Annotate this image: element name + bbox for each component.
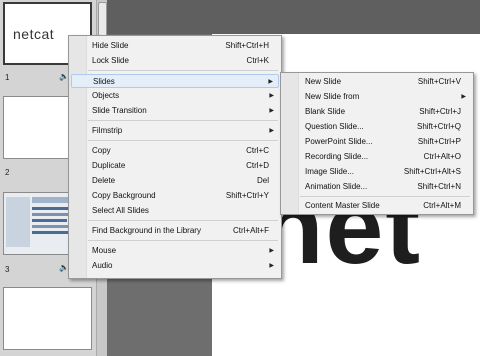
submenu-item-animation-slide[interactable]: Animation Slide... Shift+Ctrl+N bbox=[283, 180, 471, 194]
menu-item-label: Animation Slide... bbox=[305, 182, 368, 191]
submenu-arrow-icon: ▶ bbox=[269, 263, 274, 269]
menu-item-audio[interactable]: Audio ▶ bbox=[71, 259, 279, 273]
submenu-item-content-master-slide[interactable]: Content Master Slide Ctrl+Alt+M bbox=[283, 199, 471, 213]
menu-item-shortcut: Shift+Ctrl+J bbox=[419, 107, 461, 116]
submenu-arrow-icon: ▶ bbox=[461, 94, 466, 100]
menu-separator bbox=[88, 220, 278, 221]
submenu-item-question-slide[interactable]: Question Slide... Shift+Ctrl+Q bbox=[283, 120, 471, 134]
menu-item-shortcut: Ctrl+C bbox=[246, 146, 269, 155]
menu-item-slides[interactable]: Slides ▶ bbox=[71, 74, 279, 88]
menu-item-label: PowerPoint Slide... bbox=[305, 137, 373, 146]
menu-item-copy[interactable]: Copy Ctrl+C bbox=[71, 144, 279, 158]
menu-item-label: Filmstrip bbox=[92, 126, 123, 135]
menu-item-label: Hide Slide bbox=[92, 41, 129, 50]
menu-item-shortcut: Shift+Ctrl+P bbox=[417, 137, 461, 146]
menu-item-label: Duplicate bbox=[92, 161, 126, 170]
menu-item-label: Select All Slides bbox=[92, 206, 149, 215]
slide-thumbnail-4[interactable] bbox=[3, 287, 92, 350]
menu-item-filmstrip[interactable]: Filmstrip ▶ bbox=[71, 124, 279, 138]
submenu-arrow-icon: ▶ bbox=[269, 108, 274, 114]
submenu-arrow-icon: ▶ bbox=[269, 248, 274, 254]
slide-number-1: 1 bbox=[5, 73, 10, 82]
menu-item-shortcut: Ctrl+K bbox=[246, 56, 269, 65]
menu-item-shortcut: Shift+Ctrl+N bbox=[417, 182, 461, 191]
context-menu: Hide Slide Shift+Ctrl+H Lock Slide Ctrl+… bbox=[68, 35, 282, 279]
thumbnail-logo: netcat bbox=[13, 26, 55, 42]
submenu-item-blank-slide[interactable]: Blank Slide Shift+Ctrl+J bbox=[283, 105, 471, 119]
menu-item-label: Copy bbox=[92, 146, 111, 155]
menu-separator bbox=[88, 120, 278, 121]
menu-item-label: Recording Slide... bbox=[305, 152, 369, 161]
menu-item-label: Delete bbox=[92, 176, 116, 185]
menu-item-shortcut: Ctrl+Alt+F bbox=[232, 226, 269, 235]
menu-item-label: Lock Slide bbox=[92, 56, 129, 65]
menu-item-lock-slide[interactable]: Lock Slide Ctrl+K bbox=[71, 54, 279, 68]
menu-separator bbox=[88, 240, 278, 241]
menu-item-select-all-slides[interactable]: Select All Slides bbox=[71, 204, 279, 218]
menu-item-find-background[interactable]: Find Background in the Library Ctrl+Alt+… bbox=[71, 224, 279, 238]
menu-item-label: Image Slide... bbox=[305, 167, 354, 176]
menu-item-shortcut: Ctrl+D bbox=[246, 161, 269, 170]
menu-item-slide-transition[interactable]: Slide Transition ▶ bbox=[71, 104, 279, 118]
menu-separator bbox=[88, 70, 278, 71]
menu-item-shortcut: Ctrl+Alt+M bbox=[423, 201, 461, 210]
submenu-arrow-icon: ▶ bbox=[268, 79, 273, 85]
menu-item-hide-slide[interactable]: Hide Slide Shift+Ctrl+H bbox=[71, 39, 279, 53]
menu-item-duplicate[interactable]: Duplicate Ctrl+D bbox=[71, 159, 279, 173]
menu-item-label: Content Master Slide bbox=[305, 201, 380, 210]
submenu-item-new-slide-from[interactable]: New Slide from ▶ bbox=[283, 90, 471, 104]
submenu-item-new-slide[interactable]: New Slide Shift+Ctrl+V bbox=[283, 75, 471, 89]
submenu-item-recording-slide[interactable]: Recording Slide... Ctrl+Alt+O bbox=[283, 150, 471, 164]
submenu-arrow-icon: ▶ bbox=[269, 93, 274, 99]
menu-item-label: New Slide bbox=[305, 77, 342, 86]
menu-item-label: Mouse bbox=[92, 246, 117, 255]
menu-item-copy-background[interactable]: Copy Background Shift+Ctrl+Y bbox=[71, 189, 279, 203]
menu-item-shortcut: Shift+Ctrl+H bbox=[225, 41, 269, 50]
slide-number-2: 2 bbox=[5, 168, 10, 177]
menu-item-label: Blank Slide bbox=[305, 107, 346, 116]
submenu-item-image-slide[interactable]: Image Slide... Shift+Ctrl+Alt+S bbox=[283, 165, 471, 179]
slides-submenu: New Slide Shift+Ctrl+V New Slide from ▶ … bbox=[280, 72, 474, 215]
slide-number-3: 3 bbox=[5, 265, 10, 274]
menu-item-shortcut: Shift+Ctrl+V bbox=[417, 77, 461, 86]
menu-item-shortcut: Shift+Ctrl+Y bbox=[225, 191, 269, 200]
submenu-arrow-icon: ▶ bbox=[269, 128, 274, 134]
menu-item-objects[interactable]: Objects ▶ bbox=[71, 89, 279, 103]
menu-item-mouse[interactable]: Mouse ▶ bbox=[71, 244, 279, 258]
menu-item-shortcut: Shift+Ctrl+Q bbox=[416, 122, 461, 131]
menu-item-label: Copy Background bbox=[92, 191, 156, 200]
menu-item-shortcut: Del bbox=[256, 176, 269, 185]
submenu-item-powerpoint-slide[interactable]: PowerPoint Slide... Shift+Ctrl+P bbox=[283, 135, 471, 149]
menu-item-label: Audio bbox=[92, 261, 113, 270]
menu-item-shortcut: Shift+Ctrl+Alt+S bbox=[403, 167, 461, 176]
menu-item-delete[interactable]: Delete Del bbox=[71, 174, 279, 188]
workspace-top-bar bbox=[107, 0, 480, 34]
menu-item-label: Find Background in the Library bbox=[92, 226, 201, 235]
menu-separator bbox=[300, 196, 470, 197]
menu-item-label: Slides bbox=[93, 77, 115, 86]
menu-separator bbox=[88, 140, 278, 141]
menu-item-shortcut: Ctrl+Alt+O bbox=[423, 152, 461, 161]
menu-item-label: New Slide from bbox=[305, 92, 360, 101]
menu-item-label: Question Slide... bbox=[305, 122, 364, 131]
menu-item-label: Slide Transition bbox=[92, 106, 147, 115]
menu-item-label: Objects bbox=[92, 91, 120, 100]
